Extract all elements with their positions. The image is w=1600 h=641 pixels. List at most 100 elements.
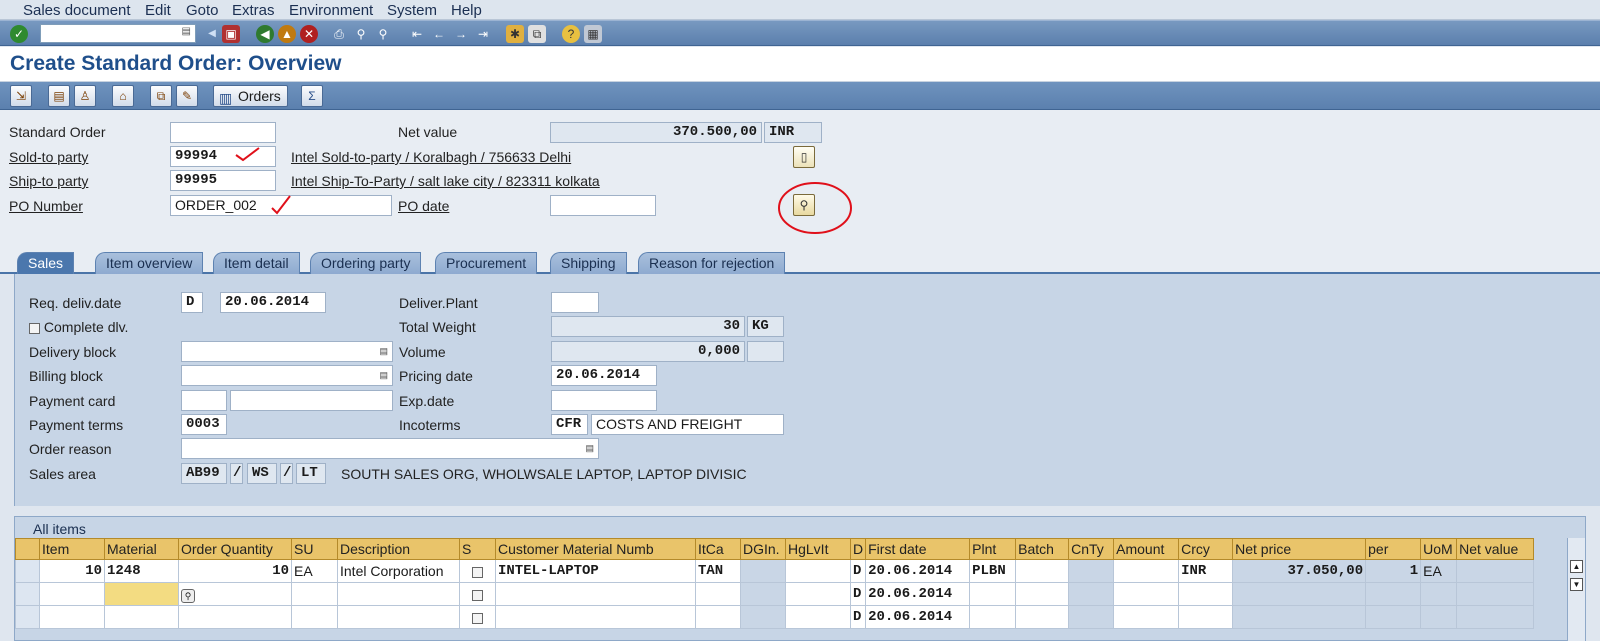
currency-cell[interactable]: [1178, 582, 1234, 606]
standard-order-field[interactable]: [170, 122, 276, 143]
tab-reason-for-rejection[interactable]: Reason for rejection: [638, 252, 786, 274]
pricing-date-field[interactable]: 20.06.2014: [551, 365, 657, 386]
previous-page-icon[interactable]: ←: [430, 25, 448, 43]
batch-cell[interactable]: [1015, 582, 1070, 606]
quantity-cell[interactable]: 10: [178, 559, 292, 583]
row-selector[interactable]: [15, 582, 40, 606]
tab-ordering-party[interactable]: Ordering party: [310, 252, 422, 274]
s-cell[interactable]: [459, 559, 496, 583]
collapse-icon[interactable]: ◀: [203, 25, 221, 43]
billing-block-field[interactable]: ▤: [181, 365, 393, 386]
currency-cell[interactable]: INR: [1178, 559, 1234, 583]
column-header[interactable]: Net value: [1456, 538, 1535, 560]
su-cell[interactable]: [291, 605, 338, 629]
d-cell[interactable]: D: [849, 559, 867, 583]
column-header[interactable]: Customer Material Numb: [495, 538, 696, 560]
payment-terms-field[interactable]: 0003: [181, 414, 227, 435]
batch-cell[interactable]: [1015, 559, 1070, 583]
checkbox[interactable]: [472, 566, 483, 578]
business-data-icon[interactable]: ♙: [74, 85, 96, 107]
ship-to-party-field[interactable]: 99995: [170, 170, 276, 191]
quantity-cell[interactable]: [178, 605, 292, 629]
column-header[interactable]: Material: [104, 538, 179, 560]
select-all-header[interactable]: [15, 538, 40, 560]
incoterms-code-field[interactable]: CFR: [551, 414, 588, 435]
s-cell[interactable]: [459, 605, 496, 629]
scroll-down-icon[interactable]: ▼: [1570, 578, 1583, 591]
quantity-cell[interactable]: ⚲: [178, 582, 292, 606]
checkbox[interactable]: [472, 589, 483, 601]
exp-date-field[interactable]: [551, 390, 657, 411]
value-help-icon[interactable]: ▤: [379, 366, 388, 385]
column-header[interactable]: Item: [39, 538, 105, 560]
column-header[interactable]: HgLvIt: [785, 538, 851, 560]
amount-cell[interactable]: [1113, 582, 1180, 606]
delivery-block-field[interactable]: ▤: [181, 341, 393, 362]
description-cell[interactable]: Intel Corporation: [337, 559, 460, 583]
first-date-cell[interactable]: 20.06.2014: [865, 605, 971, 629]
scroll-up-icon[interactable]: ▲: [1570, 560, 1583, 573]
menu-goto[interactable]: Goto: [186, 2, 219, 19]
shortcut-icon[interactable]: ⧉: [528, 25, 546, 43]
su-cell[interactable]: [291, 582, 338, 606]
tab-item-overview[interactable]: Item overview: [95, 252, 204, 274]
first-date-cell[interactable]: 20.06.2014: [865, 582, 971, 606]
checkbox[interactable]: [472, 612, 483, 624]
column-header[interactable]: Net price: [1232, 538, 1367, 560]
exit-icon[interactable]: ▲: [278, 25, 296, 43]
payment-card-type-field[interactable]: [181, 390, 227, 411]
req-deliv-date-field[interactable]: 20.06.2014: [220, 292, 326, 313]
enter-icon[interactable]: ✓: [10, 25, 28, 43]
column-header[interactable]: Crcy: [1178, 538, 1234, 560]
vertical-scrollbar[interactable]: ▲ ▼: [1567, 538, 1585, 641]
amount-cell[interactable]: [1113, 559, 1180, 583]
copy-icon[interactable]: ⧉: [150, 85, 172, 107]
item-cell[interactable]: [39, 582, 105, 606]
column-header[interactable]: SU: [291, 538, 338, 560]
plant-cell[interactable]: [969, 605, 1017, 629]
display-doc-flow-icon[interactable]: ⇲: [10, 85, 32, 107]
po-number-field[interactable]: ORDER_002: [170, 195, 392, 216]
column-header[interactable]: DGIn.: [740, 538, 786, 560]
req-deliv-date-type-field[interactable]: D: [181, 292, 203, 313]
value-help-icon[interactable]: ▤: [585, 439, 594, 458]
ship-to-party-label[interactable]: Ship-to party: [9, 173, 88, 189]
menu-edit[interactable]: Edit: [145, 2, 171, 19]
help-icon[interactable]: ?: [562, 25, 580, 43]
po-date-field[interactable]: [550, 195, 656, 216]
column-header[interactable]: Order Quantity: [178, 538, 292, 560]
create-session-icon[interactable]: ✱: [506, 25, 524, 43]
menu-sales-document[interactable]: Sales document: [23, 2, 131, 19]
column-header[interactable]: S: [459, 538, 496, 560]
tab-shipping[interactable]: Shipping: [550, 252, 627, 274]
header-icon[interactable]: ▤: [48, 85, 70, 107]
value-help-icon[interactable]: ⚲: [181, 588, 195, 603]
item-cell[interactable]: 10: [39, 559, 105, 583]
description-cell[interactable]: [337, 605, 460, 629]
next-page-icon[interactable]: →: [452, 25, 470, 43]
row-selector[interactable]: [15, 559, 40, 583]
material-cell[interactable]: 1248: [104, 559, 179, 583]
menu-extras[interactable]: Extras: [232, 2, 275, 19]
hglvit-cell[interactable]: [785, 582, 851, 606]
tab-sales[interactable]: Sales: [17, 252, 75, 274]
dropdown-icon[interactable]: ▤: [182, 26, 191, 37]
last-page-icon[interactable]: ⇥: [474, 25, 492, 43]
menu-system[interactable]: System: [387, 2, 437, 19]
currency-cell[interactable]: [1178, 605, 1234, 629]
orders-button[interactable]: ▥ Orders: [213, 85, 288, 107]
layout-menu-icon[interactable]: ▦: [584, 25, 602, 43]
material-cell[interactable]: [104, 605, 179, 629]
deliver-plant-field[interactable]: [551, 292, 599, 313]
column-header[interactable]: CnTy: [1068, 538, 1115, 560]
partner-icon[interactable]: ✎: [176, 85, 198, 107]
material-cell[interactable]: [104, 582, 179, 606]
customer-material-cell[interactable]: [495, 605, 696, 629]
column-header[interactable]: ItCa: [695, 538, 741, 560]
column-header[interactable]: Amount: [1113, 538, 1180, 560]
menu-help[interactable]: Help: [451, 2, 482, 19]
item-category-cell[interactable]: TAN: [695, 559, 741, 583]
customer-material-cell[interactable]: [495, 582, 696, 606]
payment-card-number-field[interactable]: [230, 390, 393, 411]
command-field[interactable]: ▤: [40, 24, 196, 43]
